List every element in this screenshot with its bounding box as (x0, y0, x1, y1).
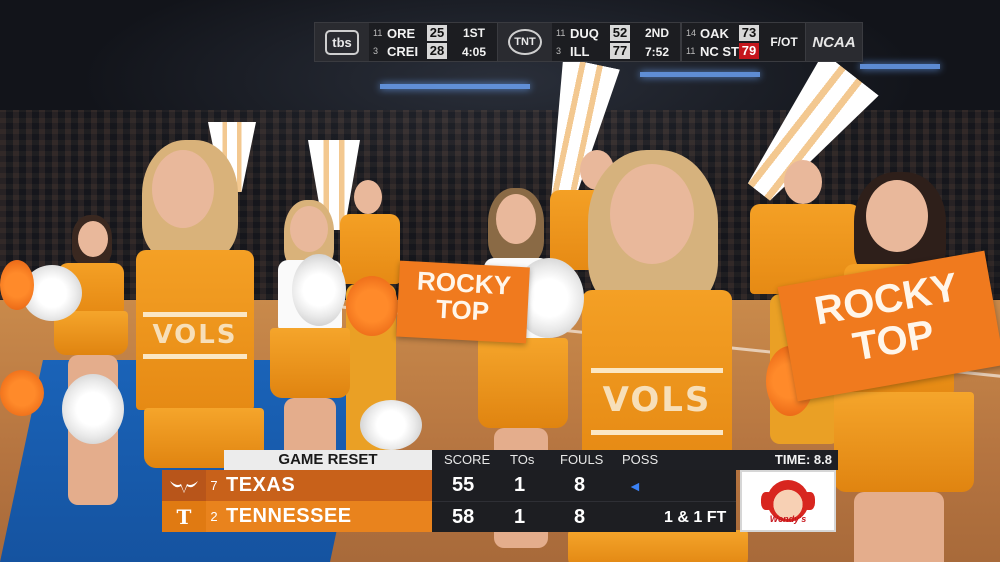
rocky-top-sign: ROCKY TOP (396, 260, 530, 344)
ribbon-board (380, 84, 530, 89)
team-seed: 2 (210, 509, 218, 524)
game-status: 2ND 7:52 (634, 23, 680, 61)
team-seed: 7 (210, 478, 218, 493)
ticker-game: 11 ORE 25 3 CREI 28 1ST 4:05 (369, 23, 498, 61)
header-score: SCORE (444, 452, 491, 467)
team-seed: 11 (556, 28, 566, 38)
game-period: 1ST (462, 25, 485, 40)
tnt-logo: TNT (498, 23, 552, 61)
bonus-free-throw: 1 & 1 FT (664, 509, 727, 526)
ticker-team-row: 3 CREI 28 (373, 42, 447, 60)
team-seed: 3 (373, 46, 379, 56)
team-seed: 3 (556, 46, 562, 56)
pom-pom (62, 374, 124, 444)
header-fouls: FOULS (560, 452, 604, 467)
ticker-game: 11 DUQ 52 3 ILL 77 2ND 7:52 (552, 23, 681, 61)
longhorn-icon (162, 470, 206, 501)
team-name: ILL (570, 43, 590, 59)
stats-header: SCORE TOs FOULS POSS (432, 450, 736, 470)
pom-pom (346, 276, 398, 336)
game-clock: 7:52 (644, 44, 670, 59)
sponsor-name: Wendy's (769, 514, 807, 524)
uniform-text: VOLS (152, 320, 238, 350)
team-timeouts: 1 (514, 474, 526, 496)
wendys-sponsor-logo: Wendy's (740, 470, 836, 532)
game-status: 1ST 4:05 (451, 23, 497, 61)
ncaa-logo: NCAA (806, 23, 862, 61)
stats-row-texas: 55 1 8 ◄ (432, 470, 736, 501)
ticker-team-row: 11 DUQ 52 (556, 24, 630, 42)
game-scorebug: GAME RESET SCORE TOs FOULS POSS TIME: 8.… (162, 450, 838, 532)
game-final-status: F/OT (770, 35, 798, 49)
ticker-game: 14 OAK 73 11 NC ST 79 F/OT (681, 23, 806, 61)
game-period: 2ND (644, 25, 669, 40)
header-poss: POSS (622, 452, 659, 467)
pom-pom (0, 370, 44, 416)
ribbon-board (640, 72, 760, 77)
team-score: 52 (610, 25, 630, 41)
tennessee-t-logo: T (162, 501, 206, 532)
team-name: TENNESSEE (226, 505, 352, 527)
game-clock: 4:05 (461, 44, 487, 59)
team-name: TEXAS (226, 474, 296, 496)
score-ticker: tbs 11 ORE 25 3 CREI 28 1ST 4:05 TNT 11 … (314, 22, 863, 62)
tbs-logo: tbs (315, 23, 369, 61)
team-fouls: 8 (574, 474, 586, 496)
game-time: TIME: 8.8 (736, 450, 838, 470)
ticker-team-row: 3 ILL 77 (556, 42, 630, 60)
team-score: 25 (427, 25, 447, 41)
team-name: DUQ (570, 25, 599, 41)
team-name: CREI (387, 43, 419, 59)
pom-pom (360, 400, 422, 450)
team-row-texas: 7 TEXAS (162, 470, 432, 501)
team-score: 55 (452, 474, 475, 496)
team-name: ORE (387, 25, 416, 41)
possession-arrow-icon: ◄ (628, 478, 642, 494)
uniform-text: VOLS (602, 380, 712, 420)
team-seed: 14 (686, 28, 697, 38)
team-score: 58 (452, 506, 475, 528)
pom-pom (0, 260, 34, 310)
team-score: 28 (427, 43, 447, 59)
header-tos: TOs (510, 452, 535, 467)
team-seed: 11 (373, 28, 383, 38)
team-name: NC ST (700, 43, 739, 59)
ticker-team-row: 11 ORE 25 (373, 24, 447, 42)
team-score: 77 (610, 43, 630, 59)
team-name: OAK (700, 25, 729, 41)
team-score: 79 (739, 43, 759, 59)
team-timeouts: 1 (514, 506, 526, 528)
team-seed: 11 (686, 46, 696, 56)
game-reset-label: GAME RESET (224, 450, 432, 470)
ribbon-board (860, 64, 940, 69)
pom-pom (292, 254, 346, 326)
ticker-team-row: 11 NC ST 79 (686, 42, 759, 60)
team-fouls: 8 (574, 506, 586, 528)
stats-row-tennessee: 58 1 8 1 & 1 FT (432, 501, 736, 532)
team-row-tennessee: T 2 TENNESSEE (162, 501, 432, 532)
ticker-team-row: 14 OAK 73 (686, 24, 759, 42)
team-score: 73 (739, 25, 759, 41)
